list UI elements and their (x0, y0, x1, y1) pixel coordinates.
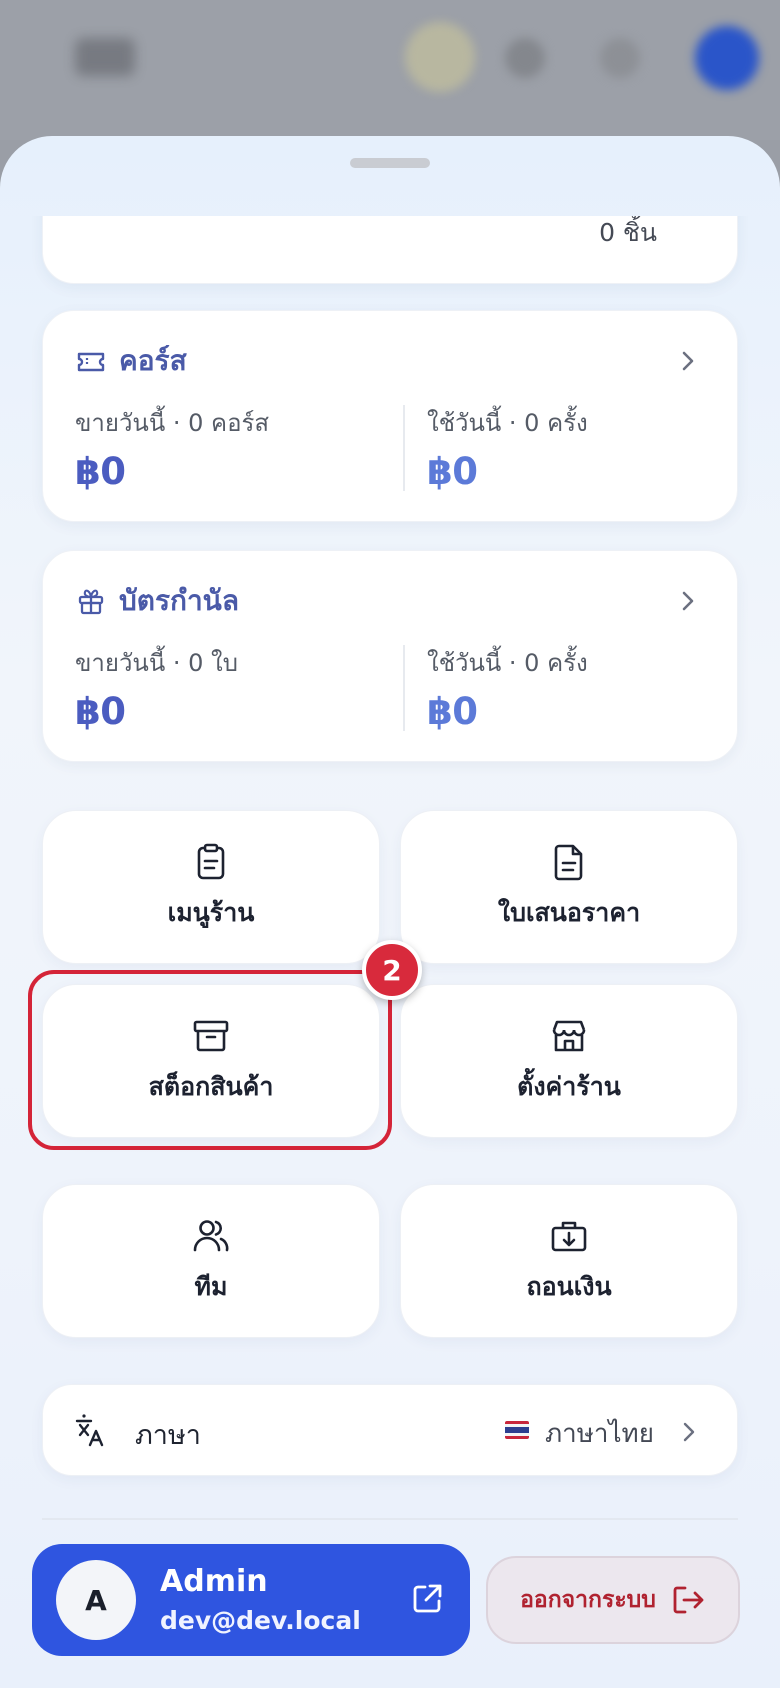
profile-card[interactable]: A Admin dev@dev.local (32, 1544, 470, 1656)
team-tile-label: ทีม (194, 1272, 228, 1301)
translate-icon (75, 1414, 104, 1447)
store-settings-tile[interactable]: ตั้งค่าร้าน (400, 984, 738, 1138)
profile-email: dev@dev.local (160, 1606, 361, 1635)
background-app-header (0, 0, 780, 140)
clipboard-icon (197, 843, 225, 880)
app-logo (75, 38, 135, 76)
products-summary-card[interactable]: 0 ชิ้น (42, 216, 738, 284)
bottom-sheet: 0 ชิ้น คอร์ส ขายวันนี้ · 0 คอร์ส ฿0 ใช้ว… (0, 136, 780, 1688)
team-tile[interactable]: ทีม (42, 1184, 380, 1338)
products-count: 0 ชิ้น (599, 218, 657, 247)
course-title: คอร์ส (119, 344, 187, 377)
header-icon (505, 38, 545, 78)
divider (403, 405, 405, 491)
withdraw-tile[interactable]: ถอนเงิน (400, 1184, 738, 1338)
header-icon (405, 22, 475, 92)
thai-flag-icon (505, 1421, 529, 1439)
course-sold-label: ขายวันนี้ · 0 คอร์ส (75, 409, 270, 437)
external-link-icon[interactable] (408, 1580, 446, 1618)
highlight-box (28, 970, 392, 1150)
chevron-right-icon (682, 351, 694, 371)
voucher-sold-label: ขายวันนี้ · 0 ใบ (75, 649, 238, 677)
chevron-right-icon (682, 591, 694, 611)
quotation-tile-label: ใบเสนอราคา (497, 898, 641, 927)
ticket-icon (77, 352, 105, 372)
language-selector[interactable]: ภาษา ภาษาไทย (42, 1384, 738, 1476)
voucher-used-label: ใช้วันนี้ · 0 ครั้ง (427, 649, 588, 677)
language-value: ภาษาไทย (545, 1419, 654, 1449)
withdraw-tile-label: ถอนเงิน (526, 1272, 612, 1301)
voucher-title: บัตรกำนัล (119, 584, 239, 617)
voucher-summary-card[interactable]: บัตรกำนัล ขายวันนี้ · 0 ใบ ฿0 ใช้วันนี้ … (42, 550, 738, 762)
course-sold-value: ฿0 (75, 450, 126, 493)
menu-tile-label: เมนูร้าน (167, 898, 255, 927)
avatar: A (56, 1560, 136, 1640)
course-used-label: ใช้วันนี้ · 0 ครั้ง (427, 409, 588, 437)
step-badge: 2 (362, 940, 422, 1000)
sheet-drag-handle[interactable] (350, 158, 430, 168)
storefront-icon (552, 1020, 586, 1052)
voucher-used-value: ฿0 (427, 690, 478, 733)
language-label: ภาษา (135, 1420, 201, 1451)
header-icon (600, 38, 640, 78)
logout-icon (673, 1586, 704, 1614)
course-used-value: ฿0 (427, 450, 478, 493)
section-divider (42, 1518, 738, 1520)
divider (403, 645, 405, 731)
gift-icon (78, 589, 104, 615)
header-avatar (695, 26, 759, 90)
users-icon (193, 1220, 229, 1252)
menu-tile[interactable]: เมนูร้าน (42, 810, 380, 964)
quotation-tile[interactable]: ใบเสนอราคา (400, 810, 738, 964)
course-summary-card[interactable]: คอร์ส ขายวันนี้ · 0 คอร์ส ฿0 ใช้วันนี้ ·… (42, 310, 738, 522)
briefcase-download-icon (551, 1221, 587, 1252)
voucher-sold-value: ฿0 (75, 690, 126, 733)
logout-button[interactable]: ออกจากระบบ (486, 1556, 740, 1644)
document-icon (554, 844, 583, 881)
store-settings-tile-label: ตั้งค่าร้าน (517, 1072, 621, 1101)
profile-name: Admin (160, 1564, 268, 1599)
logout-label: ออกจากระบบ (520, 1587, 656, 1613)
chevron-right-icon (683, 1422, 695, 1442)
